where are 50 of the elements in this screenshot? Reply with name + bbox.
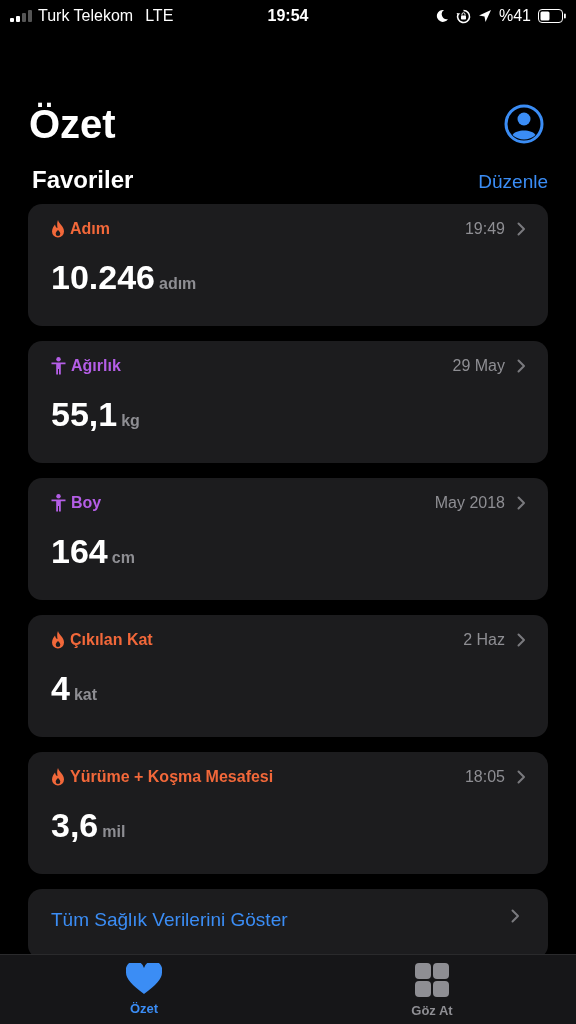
metric-date: May 2018 bbox=[434, 494, 505, 512]
metric-card[interactable]: Yürüme + Koşma Mesafesi 18:05 3,6 mil bbox=[28, 752, 548, 874]
metric-card[interactable]: Adım 19:49 10.246 adım bbox=[28, 204, 548, 326]
tab-item[interactable]: Göz At bbox=[288, 955, 576, 1024]
section-title: Favoriler bbox=[32, 166, 134, 194]
metric-unit: mil bbox=[102, 823, 126, 841]
metric-value: 55,1 bbox=[51, 395, 118, 434]
metric-unit: cm bbox=[111, 549, 135, 567]
metric-value: 164 bbox=[51, 532, 108, 571]
show-all-link[interactable]: Tüm Sağlık Verilerini Göster bbox=[51, 909, 288, 931]
metric-value: 10.246 bbox=[51, 258, 155, 297]
battery-percent: %41 bbox=[498, 7, 531, 25]
battery-icon bbox=[538, 9, 566, 23]
metric-date: 29 May bbox=[452, 357, 505, 375]
metric-card[interactable]: Ağırlık 29 May 55,1 kg bbox=[28, 341, 548, 463]
profile-icon[interactable] bbox=[504, 104, 544, 144]
chevron-right-icon bbox=[517, 359, 526, 373]
metric-label: Adım bbox=[70, 220, 110, 238]
location-arrow-icon bbox=[477, 9, 492, 23]
grid-icon bbox=[415, 963, 449, 997]
metric-unit: kat bbox=[73, 686, 98, 704]
carrier-name: Turk Telekom bbox=[38, 7, 134, 25]
metric-label: Ağırlık bbox=[71, 357, 121, 375]
metric-unit: adım bbox=[159, 275, 197, 293]
chevron-right-icon bbox=[517, 633, 526, 647]
metric-card[interactable]: Çıkılan Kat 2 Haz 4 kat bbox=[28, 615, 548, 737]
metric-date: 19:49 bbox=[464, 220, 505, 238]
metric-value: 4 bbox=[51, 669, 70, 708]
metric-label: Yürüme + Koşma Mesafesi bbox=[70, 768, 274, 786]
moon-icon bbox=[434, 9, 449, 23]
show-all-row[interactable]: Tüm Sağlık Verilerini Göster bbox=[28, 889, 548, 954]
metric-label: Çıkılan Kat bbox=[70, 631, 153, 649]
metric-unit: kg bbox=[121, 412, 140, 430]
chevron-right-icon bbox=[511, 909, 520, 923]
signal-icon bbox=[10, 10, 32, 22]
status-time: 19:54 bbox=[267, 7, 309, 25]
rotation-lock-icon bbox=[455, 8, 471, 24]
metric-card[interactable]: Boy May 2018 164 cm bbox=[28, 478, 548, 600]
metric-date: 2 Haz bbox=[463, 631, 505, 649]
edit-link[interactable]: Düzenle bbox=[478, 171, 548, 193]
metric-value: 3,6 bbox=[51, 806, 99, 845]
metric-date: 18:05 bbox=[464, 768, 505, 786]
heart-icon bbox=[126, 963, 162, 995]
metric-label: Boy bbox=[71, 494, 102, 512]
network-type: LTE bbox=[145, 7, 174, 25]
tab-item[interactable]: Özet bbox=[0, 955, 288, 1024]
chevron-right-icon bbox=[517, 222, 526, 236]
page-title: Özet bbox=[29, 101, 116, 148]
chevron-right-icon bbox=[517, 770, 526, 784]
chevron-right-icon bbox=[517, 496, 526, 510]
